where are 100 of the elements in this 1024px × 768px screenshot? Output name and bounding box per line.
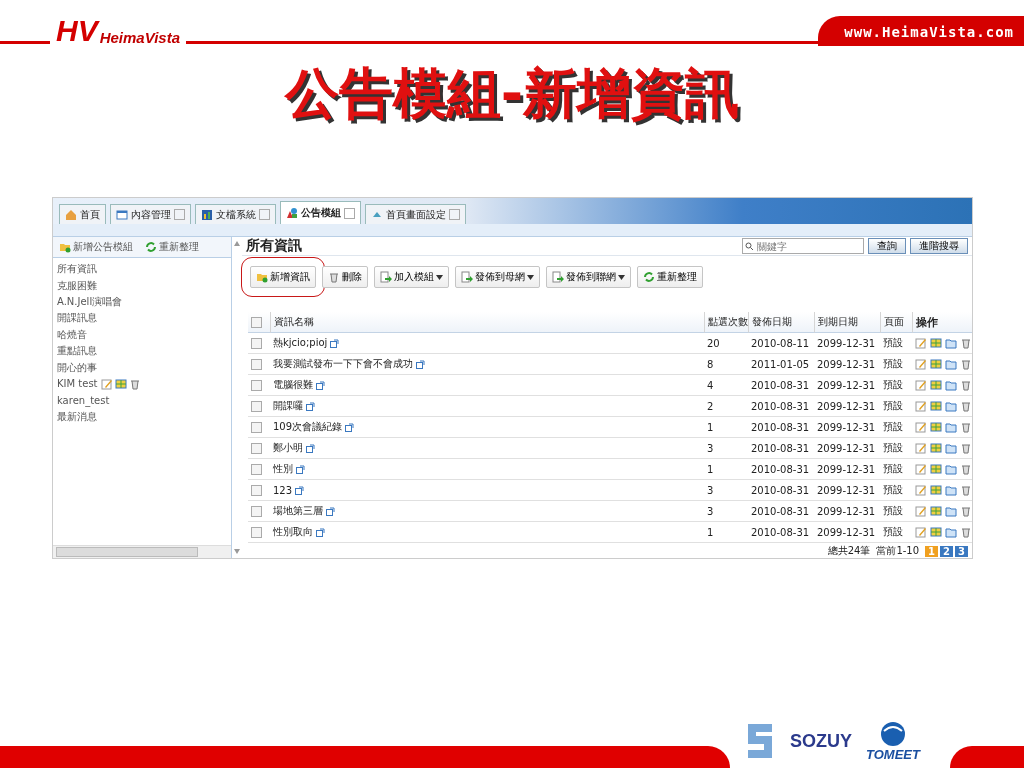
grid-icon[interactable] [930, 505, 942, 517]
search-button[interactable]: 查詢 [868, 238, 906, 254]
close-icon[interactable] [174, 209, 185, 220]
edit-icon[interactable] [915, 484, 927, 496]
tab[interactable]: 內容管理 [110, 204, 191, 224]
edit-icon[interactable] [100, 377, 113, 390]
edit-icon[interactable] [915, 526, 927, 538]
grid-icon[interactable] [930, 463, 942, 475]
sidebar-item[interactable]: karen_test [57, 394, 110, 406]
sidebar-item[interactable]: 開課訊息 [57, 311, 97, 326]
tab[interactable]: 公告模組 [280, 201, 361, 224]
column-header: 頁面 [880, 312, 912, 333]
sidebar-action[interactable]: 新增公告模組 [59, 240, 133, 254]
page-link[interactable]: 2 [940, 545, 954, 557]
folder-icon[interactable] [945, 484, 957, 496]
external-link-icon[interactable] [296, 464, 305, 474]
external-link-icon[interactable] [306, 401, 315, 411]
grid-icon[interactable] [930, 484, 942, 496]
horizontal-scrollbar[interactable] [53, 545, 231, 558]
table-cell: 2010-08-31 [751, 442, 810, 454]
edit-icon[interactable] [915, 400, 927, 412]
folder-icon[interactable] [945, 505, 957, 517]
checkbox[interactable] [251, 358, 262, 370]
folder-icon[interactable] [945, 442, 957, 454]
section-heading: 所有資訊 [246, 237, 303, 255]
toolbar-button[interactable]: 加入模組 [374, 266, 449, 288]
sidebar-item[interactable]: 開心的事 [57, 360, 97, 375]
checkbox[interactable] [251, 379, 262, 391]
grid-icon[interactable] [930, 442, 942, 454]
company-logo: TOMEET [866, 746, 920, 762]
grid-icon[interactable] [930, 379, 942, 391]
grid-icon[interactable] [930, 358, 942, 370]
page-link[interactable]: 3 [955, 545, 968, 557]
scroll-up-icon[interactable] [234, 241, 240, 246]
folder-icon[interactable] [945, 400, 957, 412]
table-cell: 開課囉 [273, 399, 303, 413]
checkbox[interactable] [251, 484, 262, 496]
folder-icon[interactable] [945, 337, 957, 349]
external-link-icon[interactable] [295, 485, 305, 495]
trash-icon [960, 421, 972, 433]
checkbox[interactable] [251, 442, 262, 454]
tab[interactable]: 首頁畫面設定 [365, 204, 466, 224]
tab[interactable]: 首頁 [59, 204, 106, 224]
external-link-icon[interactable] [330, 338, 340, 348]
toolbar-button[interactable]: 重新整理 [637, 266, 703, 288]
grid-icon[interactable] [930, 421, 942, 433]
edit-icon[interactable] [915, 358, 927, 370]
folder-icon[interactable] [945, 526, 957, 538]
checkbox[interactable] [251, 421, 262, 433]
grid-icon[interactable] [930, 526, 942, 538]
external-link-icon[interactable] [345, 422, 355, 432]
sidebar-item[interactable]: A.N.Jell演唱會 [57, 294, 123, 309]
sidebar-item[interactable]: 所有資訊 [57, 262, 97, 277]
sidebar-item[interactable]: KIM test [57, 378, 98, 390]
grid-icon[interactable] [114, 377, 127, 390]
close-icon[interactable] [344, 207, 355, 219]
toolbar-button[interactable]: 發佈到聯網 [546, 266, 631, 288]
grid-icon[interactable] [930, 400, 942, 412]
sidebar-item[interactable]: 重點訊息 [57, 344, 97, 359]
edit-icon[interactable] [915, 379, 927, 391]
trash-icon [960, 463, 972, 475]
edit-icon[interactable] [915, 421, 927, 433]
checkbox[interactable] [251, 337, 262, 349]
sidebar-action[interactable]: 重新整理 [145, 240, 199, 254]
external-link-icon[interactable] [306, 443, 315, 453]
folder-icon[interactable] [945, 421, 957, 433]
edit-icon[interactable] [915, 442, 927, 454]
table-cell: 2010-08-31 [751, 400, 810, 412]
toolbar-button[interactable]: 新增資訊 [250, 266, 316, 288]
external-link-icon[interactable] [326, 506, 335, 516]
checkbox[interactable] [251, 505, 262, 517]
external-link-icon[interactable] [416, 359, 425, 369]
sidebar-item[interactable]: 克服困難 [57, 278, 97, 293]
sidebar-item[interactable]: 最新消息 [57, 409, 97, 424]
external-link-icon[interactable] [316, 527, 325, 537]
table-cell: 場地第三層 [273, 504, 323, 518]
checkbox[interactable] [251, 316, 262, 328]
close-icon[interactable] [449, 209, 460, 220]
external-link-icon[interactable] [316, 380, 325, 390]
table-cell: 預設 [883, 336, 903, 350]
edit-icon[interactable] [915, 505, 927, 517]
tab[interactable]: 文檔系統 [195, 204, 276, 224]
edit-icon[interactable] [915, 463, 927, 475]
toolbar-button[interactable]: 發佈到母網 [455, 266, 540, 288]
edit-icon[interactable] [915, 337, 927, 349]
folder-icon[interactable] [945, 358, 957, 370]
grid-icon[interactable] [930, 337, 942, 349]
search-button[interactable]: 進階搜尋 [910, 238, 968, 254]
trash-icon [960, 526, 972, 538]
checkbox[interactable] [251, 463, 262, 475]
folder-icon[interactable] [945, 463, 957, 475]
search-field[interactable]: 關鍵字 [742, 238, 864, 254]
folder-icon[interactable] [945, 379, 957, 391]
checkbox[interactable] [251, 400, 262, 412]
toolbar-button[interactable]: 刪除 [322, 266, 368, 288]
checkbox[interactable] [251, 526, 262, 538]
scroll-down-icon[interactable] [234, 549, 240, 554]
close-icon[interactable] [259, 209, 270, 220]
sidebar-item[interactable]: 哈燒音 [57, 327, 87, 342]
heimavista-logo: HVHeimaVista [55, 16, 181, 46]
